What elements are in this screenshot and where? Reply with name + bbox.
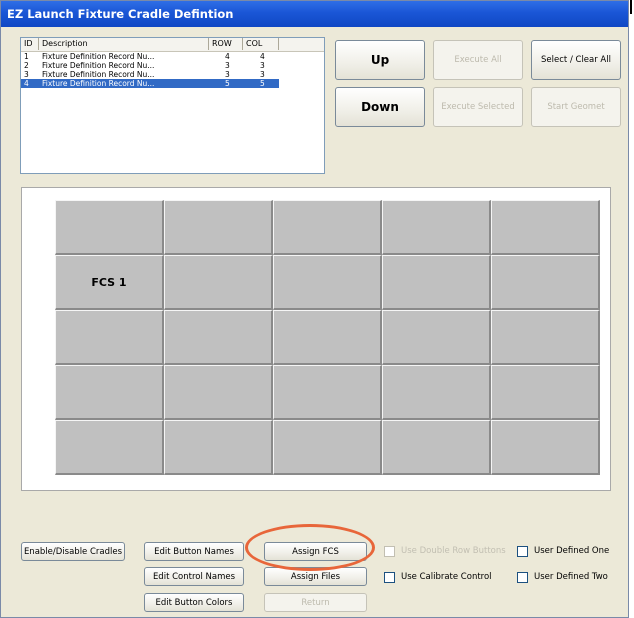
checkbox-label: User Defined One bbox=[534, 546, 610, 556]
checkbox-label: User Defined Two bbox=[534, 572, 608, 582]
list-row[interactable]: 2 Fixture Definition Record Nu... 3 3 bbox=[21, 61, 279, 70]
cradle-button[interactable] bbox=[55, 365, 164, 420]
checkbox-box[interactable] bbox=[384, 571, 395, 583]
cradle-button[interactable] bbox=[164, 200, 273, 255]
cradle-grid-panel: FCS 1 bbox=[21, 187, 611, 491]
up-button[interactable]: Up bbox=[335, 40, 425, 80]
cradle-button[interactable] bbox=[55, 310, 164, 365]
down-button[interactable]: Down bbox=[335, 87, 425, 127]
user-defined-one-checkbox[interactable]: User Defined One bbox=[517, 544, 609, 558]
list-cell-description: Fixture Definition Record Nu... bbox=[42, 52, 155, 61]
list-cell-row: 3 bbox=[225, 61, 230, 70]
cradle-button[interactable] bbox=[382, 200, 491, 255]
list-cell-row: 4 bbox=[225, 52, 230, 61]
cradle-button[interactable] bbox=[491, 200, 600, 255]
edit-control-names-button[interactable]: Edit Control Names bbox=[144, 567, 244, 586]
edge-mark bbox=[630, 0, 632, 14]
fixture-cradle-window: EZ Launch Fixture Cradle Defintion ID De… bbox=[0, 0, 629, 618]
cradle-button[interactable] bbox=[273, 365, 382, 420]
execute-all-button[interactable]: Execute All bbox=[433, 40, 523, 80]
checkbox-label: Use Double Row Buttons bbox=[401, 546, 506, 556]
list-cell-description: Fixture Definition Record Nu... bbox=[42, 61, 155, 70]
cradle-button[interactable] bbox=[164, 255, 273, 310]
column-header-id[interactable]: ID bbox=[21, 38, 39, 50]
execute-selected-button[interactable]: Execute Selected bbox=[433, 87, 523, 127]
cradle-button[interactable] bbox=[273, 255, 382, 310]
checkbox-box[interactable] bbox=[384, 545, 395, 557]
cradle-button[interactable] bbox=[164, 310, 273, 365]
window-title[interactable]: EZ Launch Fixture Cradle Defintion bbox=[1, 1, 628, 27]
list-cell-col: 4 bbox=[260, 52, 265, 61]
cradle-button[interactable] bbox=[164, 365, 273, 420]
checkbox-box[interactable] bbox=[517, 571, 528, 583]
assign-fcs-button[interactable]: Assign FCS bbox=[264, 542, 367, 561]
use-calibrate-control-checkbox[interactable]: Use Calibrate Control bbox=[384, 570, 492, 584]
assign-files-button[interactable]: Assign Files bbox=[264, 567, 367, 586]
list-row[interactable]: 3 Fixture Definition Record Nu... 3 3 bbox=[21, 70, 279, 79]
checkbox-label: Use Calibrate Control bbox=[401, 572, 492, 582]
list-header: ID Description ROW COL bbox=[21, 38, 324, 52]
return-button[interactable]: Return bbox=[264, 593, 367, 612]
column-header-row[interactable]: ROW bbox=[209, 38, 243, 50]
list-cell-col: 3 bbox=[260, 70, 265, 79]
cradle-button[interactable] bbox=[382, 310, 491, 365]
list-cell-description: Fixture Definition Record Nu... bbox=[42, 70, 155, 79]
enable-disable-cradles-button[interactable]: Enable/Disable Cradles bbox=[21, 542, 125, 561]
list-cell-id: 1 bbox=[24, 52, 29, 61]
user-defined-two-checkbox[interactable]: User Defined Two bbox=[517, 570, 608, 584]
list-cell-row: 3 bbox=[225, 70, 230, 79]
list-row[interactable]: 4 Fixture Definition Record Nu... 5 5 bbox=[21, 79, 279, 88]
edit-button-names-button[interactable]: Edit Button Names bbox=[144, 542, 244, 561]
checkbox-box[interactable] bbox=[517, 545, 528, 557]
cradle-button[interactable] bbox=[491, 310, 600, 365]
list-cell-id: 3 bbox=[24, 70, 29, 79]
select-clear-all-button[interactable]: Select / Clear All bbox=[531, 40, 621, 80]
list-row[interactable]: 1 Fixture Definition Record Nu... 4 4 bbox=[21, 52, 279, 61]
cradle-button[interactable] bbox=[273, 420, 382, 475]
cradle-button[interactable] bbox=[55, 200, 164, 255]
cradle-button[interactable] bbox=[382, 365, 491, 420]
column-header-description[interactable]: Description bbox=[39, 38, 209, 50]
cradle-button[interactable]: FCS 1 bbox=[55, 255, 164, 310]
cradle-button[interactable] bbox=[55, 420, 164, 475]
column-header-col[interactable]: COL bbox=[243, 38, 279, 50]
cradle-button[interactable] bbox=[382, 420, 491, 475]
edit-button-colors-button[interactable]: Edit Button Colors bbox=[144, 593, 244, 612]
cradle-button[interactable] bbox=[491, 255, 600, 310]
cradle-button[interactable] bbox=[491, 365, 600, 420]
start-geomet-button[interactable]: Start Geomet bbox=[531, 87, 621, 127]
cradle-button[interactable] bbox=[382, 255, 491, 310]
cradle-button[interactable] bbox=[164, 420, 273, 475]
fixture-list[interactable]: ID Description ROW COL 1 Fixture Definiti… bbox=[20, 37, 325, 174]
cradle-button[interactable] bbox=[273, 200, 382, 255]
list-cell-col: 3 bbox=[260, 61, 265, 70]
list-cell-id: 2 bbox=[24, 61, 29, 70]
list-cell-col: 5 bbox=[260, 79, 265, 88]
list-cell-description: Fixture Definition Record Nu... bbox=[42, 79, 155, 88]
use-double-row-buttons-checkbox[interactable]: Use Double Row Buttons bbox=[384, 544, 506, 558]
cradle-button[interactable] bbox=[273, 310, 382, 365]
list-cell-id: 4 bbox=[24, 79, 29, 88]
cradle-button[interactable] bbox=[491, 420, 600, 475]
list-cell-row: 5 bbox=[225, 79, 230, 88]
